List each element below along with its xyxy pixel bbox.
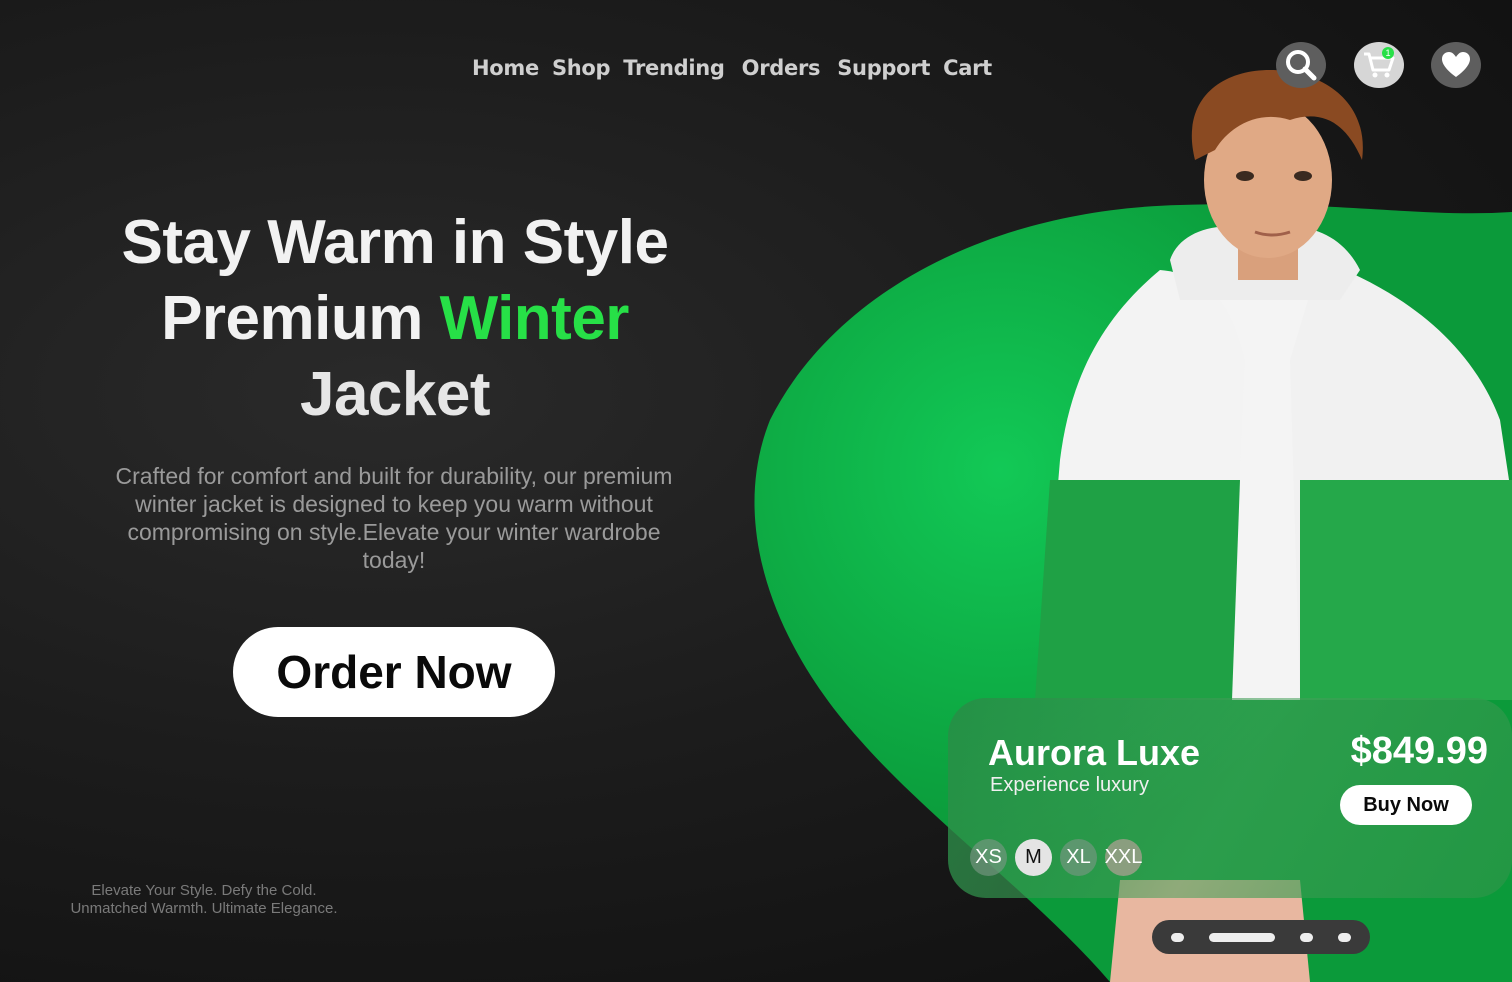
nav-support[interactable]: Support: [837, 56, 930, 80]
size-option-xs[interactable]: XS: [970, 839, 1007, 876]
carousel-dot[interactable]: [1170, 932, 1184, 942]
carousel-dot[interactable]: [1338, 932, 1352, 942]
hero-line-2-accent: Winter: [439, 284, 630, 353]
nav-trending[interactable]: Trending: [623, 56, 725, 80]
size-option-xxl[interactable]: XXL: [1105, 839, 1142, 876]
product-card: Aurora Luxe Experience luxury $849.99 Bu…: [948, 698, 1512, 898]
carousel-dot-active[interactable]: [1208, 932, 1275, 942]
carousel-indicator: [1152, 920, 1370, 954]
cart-button[interactable]: 1: [1354, 42, 1404, 88]
main-nav: Home Shop Trending Orders Support Cart: [472, 56, 992, 80]
size-selector: XS M XL XXL: [970, 839, 1142, 876]
search-button[interactable]: [1276, 42, 1326, 88]
size-option-m[interactable]: M: [1015, 839, 1052, 876]
wishlist-button[interactable]: [1431, 42, 1481, 88]
nav-cart[interactable]: Cart: [943, 56, 992, 80]
nav-home[interactable]: Home: [472, 56, 539, 80]
hero-line-3: Jacket: [299, 360, 491, 429]
tagline-line-2: Unmatched Warmth. Ultimate Elegance.: [70, 900, 338, 917]
nav-shop[interactable]: Shop: [552, 56, 611, 80]
hero-line-2: Premium Winter: [60, 281, 730, 357]
hero-headline: Stay Warm in Style Premium Winter Jacket: [60, 205, 730, 433]
hero-line-1: Stay Warm in Style: [121, 208, 669, 277]
heart-icon: [1442, 52, 1470, 77]
search-icon: [1286, 50, 1317, 81]
nav-orders[interactable]: Orders: [742, 56, 821, 80]
product-subtitle: Experience luxury: [990, 774, 1149, 796]
carousel-dot[interactable]: [1300, 932, 1314, 942]
tagline: Elevate Your Style. Defy the Cold. Unmat…: [48, 882, 360, 918]
hero-line-2-prefix: Premium: [161, 284, 440, 353]
hero-description: Crafted for comfort and built for durabi…: [115, 463, 673, 573]
cart-count-badge: 1: [1382, 47, 1394, 59]
order-now-button[interactable]: Order Now: [233, 627, 555, 717]
tagline-line-1: Elevate Your Style. Defy the Cold.: [91, 882, 317, 899]
product-name: Aurora Luxe: [988, 732, 1201, 773]
size-option-xl[interactable]: XL: [1060, 839, 1097, 876]
buy-now-button[interactable]: Buy Now: [1340, 785, 1472, 825]
product-price: $849.99: [1350, 730, 1488, 772]
